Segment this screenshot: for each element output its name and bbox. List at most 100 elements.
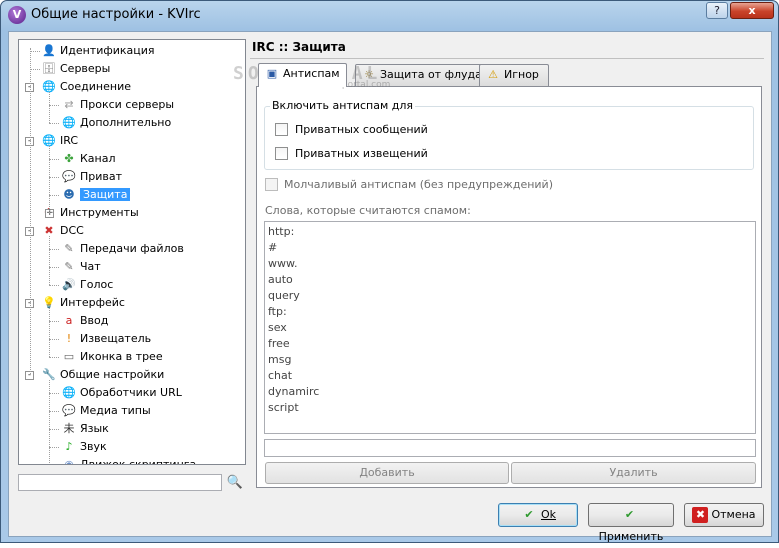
- tree-item-general-settings[interactable]: 🔧 Общие настройки: [41, 366, 164, 384]
- tree-item-advanced[interactable]: 🌐 Дополнительно: [61, 114, 171, 132]
- spam-word-item[interactable]: ftp:: [268, 304, 752, 320]
- spam-word-item[interactable]: www.: [268, 256, 752, 272]
- tree-item-language[interactable]: 未 Язык: [61, 420, 109, 438]
- tree-item-tools[interactable]: ✚Инструменты: [41, 204, 139, 222]
- spam-word-item[interactable]: http:: [268, 224, 752, 240]
- cancel-icon: ✖: [692, 507, 709, 523]
- tree-item-sound[interactable]: ♪ Звук: [61, 438, 106, 456]
- tree-item-label: Дополнительно: [80, 116, 172, 129]
- tree-item-label: Прокси серверы: [80, 98, 175, 111]
- spam-word-item[interactable]: #: [268, 240, 752, 256]
- tree-item-chat[interactable]: ✎ Чат: [61, 258, 100, 276]
- remove-word-button[interactable]: Удалить: [511, 462, 756, 484]
- search-icon[interactable]: 🔍: [225, 473, 245, 492]
- tree-item-protection[interactable]: ☻ Защита: [61, 186, 131, 204]
- tree-item-label: Иконка в трее: [80, 350, 163, 363]
- tree-item-label: Обработчики URL: [80, 386, 182, 399]
- private-messages-checkbox[interactable]: [275, 123, 288, 136]
- tree-item-tray[interactable]: ▭ Иконка в трее: [61, 348, 163, 366]
- private-icon: 💬: [62, 170, 76, 183]
- language-icon: 未: [63, 422, 75, 435]
- tree-item-url-handlers[interactable]: 🌐 Обработчики URL: [61, 384, 182, 402]
- url-handlers-icon: 🌐: [62, 386, 76, 399]
- pane-title: IRC :: Защита: [252, 40, 346, 54]
- spam-word-item[interactable]: chat: [268, 368, 752, 384]
- tree-item-label: Идентификация: [60, 44, 155, 57]
- tree-item-notifier[interactable]: ! Извещатель: [61, 330, 151, 348]
- tree-connector: [49, 123, 59, 124]
- tree-item-media-types[interactable]: 💬 Медиа типы: [61, 402, 151, 420]
- spam-word-item[interactable]: dynamirc: [268, 384, 752, 400]
- add-word-button[interactable]: Добавить: [265, 462, 509, 484]
- tree-item-file-transfer[interactable]: ✎ Передачи файлов: [61, 240, 183, 258]
- tree-item-label: Интерфейс: [60, 296, 125, 309]
- spam-word-item[interactable]: auto: [268, 272, 752, 288]
- silent-antispam-checkbox[interactable]: [265, 178, 278, 191]
- spam-word-item[interactable]: sex: [268, 320, 752, 336]
- tree-item-dcc[interactable]: ✖ DCC: [41, 222, 84, 240]
- user-icon: 👤: [42, 44, 56, 57]
- tab-antispam[interactable]: ▣ Антиспам: [258, 63, 347, 87]
- tree-item-label: Движок скриптинга: [80, 458, 197, 465]
- tree-item-proxy[interactable]: ⇄ Прокси серверы: [61, 96, 174, 114]
- tree-connector: [49, 195, 59, 196]
- apply-button[interactable]: ✔ Применить: [588, 503, 674, 543]
- spam-word-item[interactable]: msg: [268, 352, 752, 368]
- cancel-button[interactable]: ✖ Отмена: [684, 503, 764, 527]
- close-button[interactable]: x: [730, 2, 774, 19]
- tree-connector: [49, 393, 59, 394]
- spam-word-item[interactable]: script: [268, 400, 752, 416]
- media-types-icon: 💬: [62, 404, 76, 417]
- window-title: Общие настройки - KVIrc: [31, 7, 201, 22]
- file-transfer-icon: ✎: [64, 242, 74, 255]
- tab-ignore[interactable]: ⚠ Игнор: [479, 64, 549, 86]
- tree-connector: [49, 105, 59, 106]
- ok-button[interactable]: ✔ Ok: [498, 503, 578, 527]
- tree-item-label: DCC: [60, 224, 84, 237]
- tree-item-label: Язык: [80, 422, 109, 435]
- tree-item-input[interactable]: a Ввод: [61, 312, 109, 330]
- tree-item-voice[interactable]: 🔊 Голос: [61, 276, 113, 294]
- tree-item-irc[interactable]: 🌐 IRC: [41, 132, 78, 150]
- settings-tree[interactable]: 👤 Идентификация 🗄 Серверы 🌐 Соединение - ⇄ Прокс…: [18, 39, 246, 465]
- tree-item-private[interactable]: 💬 Приват: [61, 168, 122, 186]
- tree-connector: [30, 51, 40, 52]
- tree-item-scripting-engine[interactable]: ◉ Движок скриптинга: [61, 456, 197, 465]
- tree-item-user[interactable]: 👤 Идентификация: [41, 42, 155, 60]
- apply-label: Применить: [598, 530, 664, 543]
- spam-words-list[interactable]: http: # www. auto query ftp: sex free msg chat dyn…: [264, 221, 756, 434]
- tree-item-channel[interactable]: ✤ Канал: [61, 150, 116, 168]
- notifier-icon: !: [66, 332, 72, 345]
- proxy-icon: ⇄: [64, 98, 74, 111]
- private-notices-checkbox[interactable]: [275, 147, 288, 160]
- tab-ignore-label: Игнор: [504, 68, 539, 81]
- tree-item-connection[interactable]: 🌐 Соединение: [41, 78, 131, 96]
- help-button[interactable]: ?: [706, 2, 728, 19]
- input-icon: a: [65, 314, 73, 327]
- cancel-label: Отмена: [711, 508, 756, 521]
- title-bar[interactable]: V Общие настройки - KVIrc ? x: [1, 1, 778, 29]
- spam-words-label: Слова, которые считаются спамом:: [265, 204, 471, 217]
- tree-item-label: Приват: [80, 170, 123, 183]
- tree-connector: [49, 236, 50, 285]
- tree-item-label: Инструменты: [60, 206, 139, 219]
- tree-item-label: Канал: [80, 152, 116, 165]
- spam-word-item[interactable]: query: [268, 288, 752, 304]
- tree-search-input[interactable]: [18, 474, 222, 491]
- tree-connector: [49, 177, 59, 178]
- antispam-icon: ▣: [266, 67, 278, 80]
- ok-label: Ok: [540, 508, 557, 521]
- tree-item-label: Соединение: [60, 80, 132, 93]
- spam-word-item[interactable]: free: [268, 336, 752, 352]
- tree-item-label: Серверы: [60, 62, 111, 75]
- tree-item-server[interactable]: 🗄 Серверы: [41, 60, 110, 78]
- tree-connector: [49, 308, 50, 357]
- warning-icon: ⚠: [488, 68, 498, 81]
- tree-item-label: Ввод: [80, 314, 109, 327]
- tree-item-interface[interactable]: 💡 Интерфейс: [41, 294, 125, 312]
- protection-icon: ☻: [63, 188, 75, 201]
- advanced-icon: 🌐: [62, 116, 76, 129]
- tree-item-label: Голос: [80, 278, 114, 291]
- spam-word-input[interactable]: [264, 439, 756, 457]
- antispam-tab-body: Включить антиспам для Приватных сообщени…: [256, 86, 762, 488]
